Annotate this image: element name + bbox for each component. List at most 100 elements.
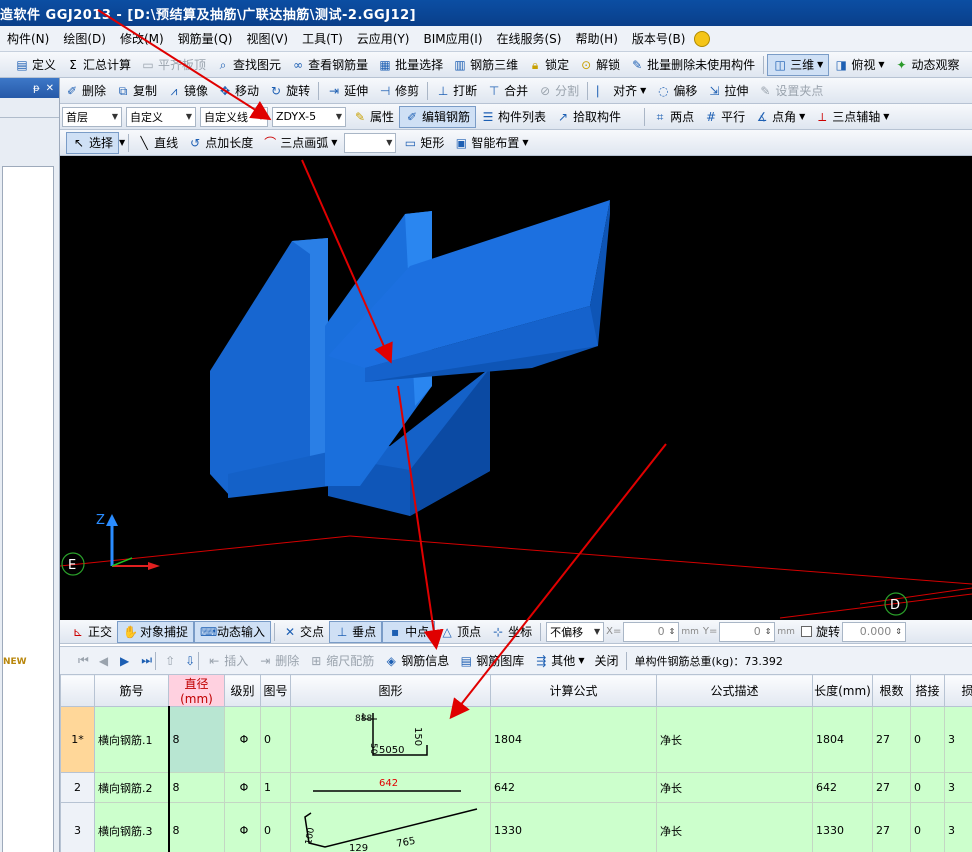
sum-button[interactable]: Σ 汇总计算 — [61, 54, 136, 76]
table-row[interactable]: 1* 横向钢筋.1 8 Φ 0 888 50 5050 150 1804 净长 … — [60, 706, 972, 773]
cell-figure-no[interactable]: 0 — [260, 706, 291, 773]
pick-component-button[interactable]: ↗ 拾取构件 — [551, 106, 626, 128]
top-view-button[interactable]: ◨ 俯视 ▼ — [829, 54, 889, 76]
column-header[interactable]: 级别 — [224, 674, 261, 707]
close-grid-button[interactable]: 关闭 — [589, 650, 623, 672]
last-record-icon[interactable]: ⏭ — [141, 653, 152, 668]
move-down-icon[interactable]: ⇩ — [185, 654, 195, 668]
menu-view[interactable]: 视图(V) — [239, 30, 295, 47]
ortho-toggle[interactable]: ⊾ 正交 — [66, 621, 117, 643]
cell-description[interactable]: 净长 — [656, 706, 813, 773]
menu-online[interactable]: 在线服务(S) — [490, 30, 569, 47]
rebar-3d-button[interactable]: ▥ 钢筋三维 — [448, 54, 523, 76]
move-button[interactable]: ✥ 移动 — [213, 80, 264, 102]
cell-shape[interactable]: 100 129 765 — [290, 802, 491, 852]
align-button[interactable]: ⎸ 对齐 ▼ — [591, 80, 651, 102]
offset-mode-select[interactable]: 不偏移 ▼ — [546, 621, 605, 642]
define-button[interactable]: ▤ 定义 — [10, 54, 61, 76]
column-header[interactable]: 搭接 — [910, 674, 945, 707]
perpendicular-snap[interactable]: ⊥ 垂点 — [329, 620, 383, 643]
cell-lap[interactable]: 0 — [910, 772, 945, 803]
3d-model-canvas[interactable]: Z E D — [60, 156, 972, 620]
set-grip-button[interactable]: ✎ 设置夹点 — [753, 80, 828, 102]
cell-name[interactable]: 横向钢筋.1 — [94, 706, 169, 773]
table-row[interactable]: 2 横向钢筋.2 8 Φ 1 642 642 净长 642 27 0 3 — [60, 772, 972, 803]
component-select[interactable]: ZDYX-5 ▼ — [272, 106, 346, 127]
scale-rebar-button[interactable]: ⊞ 缩尺配筋 — [304, 650, 379, 672]
cell-grade[interactable]: Φ — [224, 706, 261, 773]
cell-name[interactable]: 横向钢筋.3 — [94, 802, 169, 852]
column-header[interactable]: 图号 — [260, 674, 291, 707]
break-button[interactable]: ⊥ 打断 — [431, 80, 482, 102]
parallel-button[interactable]: # 平行 — [699, 106, 750, 128]
arc-option-select[interactable]: ▼ — [344, 132, 397, 153]
delete-row-button[interactable]: ⇥ 删除 — [253, 650, 304, 672]
cell-lap[interactable]: 0 — [910, 802, 945, 852]
two-points-button[interactable]: ⌗ 两点 — [648, 106, 699, 128]
column-header[interactable]: 图形 — [290, 674, 491, 707]
cell-count[interactable]: 27 — [872, 706, 911, 773]
row-number[interactable]: 1* — [60, 706, 95, 773]
cell-diameter[interactable]: 8 — [167, 706, 225, 773]
rectangle-tool-button[interactable]: ▭ 矩形 — [398, 132, 449, 154]
flat-slab-button[interactable]: ▭ 平齐板顶 — [136, 54, 211, 76]
cell-grade[interactable]: Φ — [224, 802, 261, 852]
batch-select-button[interactable]: ▦ 批量选择 — [373, 54, 448, 76]
merge-button[interactable]: ⊤ 合并 — [482, 80, 533, 102]
column-header[interactable]: 根数 — [872, 674, 911, 707]
rotate-input[interactable]: 0.000 ⇕ — [841, 621, 906, 642]
cell-diameter[interactable]: 8 — [167, 802, 225, 852]
menu-rebar-qty[interactable]: 钢筋量(Q) — [171, 30, 240, 47]
split-button[interactable]: ⊘ 分割 — [533, 80, 584, 102]
category-select[interactable]: 自定义 ▼ — [126, 106, 196, 127]
table-row[interactable]: 3 横向钢筋.3 8 Φ 0 100 129 765 1330 净长 1330 … — [60, 802, 972, 852]
cell-description[interactable]: 净长 — [656, 802, 813, 852]
cell-diameter[interactable]: 8 — [167, 772, 225, 803]
cell-formula[interactable]: 1330 — [490, 802, 657, 852]
cell-count[interactable]: 27 — [872, 802, 911, 852]
offset-button[interactable]: ◌ 偏移 — [651, 80, 702, 102]
object-snap-toggle[interactable]: ✋ 对象捕捉 — [117, 620, 195, 643]
column-header[interactable]: 筋号 — [94, 674, 169, 707]
menu-tools[interactable]: 工具(T) — [295, 30, 350, 47]
cell-shape[interactable]: 642 — [290, 772, 491, 803]
cell-count[interactable]: 27 — [872, 772, 911, 803]
menu-cloud[interactable]: 云应用(Y) — [350, 30, 417, 47]
cell-loss[interactable]: 3 — [944, 772, 972, 803]
intersection-snap[interactable]: ✕ 交点 — [278, 621, 329, 643]
cell-formula[interactable]: 1804 — [490, 706, 657, 773]
rebar-info-button[interactable]: ◈ 钢筋信息 — [379, 650, 454, 672]
move-up-icon[interactable]: ⇧ — [165, 654, 175, 668]
cell-formula[interactable]: 642 — [490, 772, 657, 803]
type-select[interactable]: 自定义线 ▼ — [200, 106, 268, 127]
cell-description[interactable]: 净长 — [656, 772, 813, 803]
other-button[interactable]: ⇶ 其他 ▼ — [529, 650, 589, 672]
batch-delete-button[interactable]: ✎ 批量删除未使用构件 — [625, 54, 760, 76]
rotate-checkbox[interactable] — [800, 626, 812, 637]
rotate-button[interactable]: ↻ 旋转 — [264, 80, 315, 102]
chevron-down-icon[interactable]: ▼ — [119, 138, 125, 147]
view-3d-button[interactable]: ◫ 三维 ▼ — [767, 53, 830, 76]
edit-rebar-button[interactable]: ✐ 编辑钢筋 — [399, 105, 477, 128]
point-length-button[interactable]: ↺ 点加长度 — [183, 132, 258, 154]
rebar-library-button[interactable]: ▤ 钢筋图库 — [454, 650, 529, 672]
delete-button[interactable]: ✐ 删除 — [60, 80, 111, 102]
lock-button[interactable]: 🔒︎ 锁定 — [523, 54, 574, 76]
trim-button[interactable]: ⊣ 修剪 — [373, 80, 424, 102]
component-list-button[interactable]: ☰ 构件列表 — [476, 106, 551, 128]
column-header[interactable]: 直径(mm) — [168, 674, 225, 707]
smiley-icon[interactable] — [694, 30, 711, 47]
extend-button[interactable]: ⇥ 延伸 — [322, 80, 373, 102]
menu-help[interactable]: 帮助(H) — [568, 30, 624, 47]
prev-record-icon[interactable]: ◀ — [99, 654, 108, 668]
row-number[interactable]: 2 — [60, 772, 95, 803]
view-rebar-button[interactable]: ∞ 查看钢筋量 — [286, 54, 373, 76]
pin-icon[interactable]: ᵽ — [33, 83, 40, 94]
y-input[interactable]: 0 ⇕ — [719, 621, 776, 642]
coordinate-snap[interactable]: ⊹ 坐标 — [486, 621, 537, 643]
cell-lap[interactable]: 0 — [910, 706, 945, 773]
cell-shape[interactable]: 888 50 5050 150 — [290, 706, 491, 773]
cell-loss[interactable]: 3 — [944, 802, 972, 852]
floor-select[interactable]: 首层 ▼ — [62, 106, 122, 127]
midpoint-snap[interactable]: ▪ 中点 — [382, 620, 436, 643]
